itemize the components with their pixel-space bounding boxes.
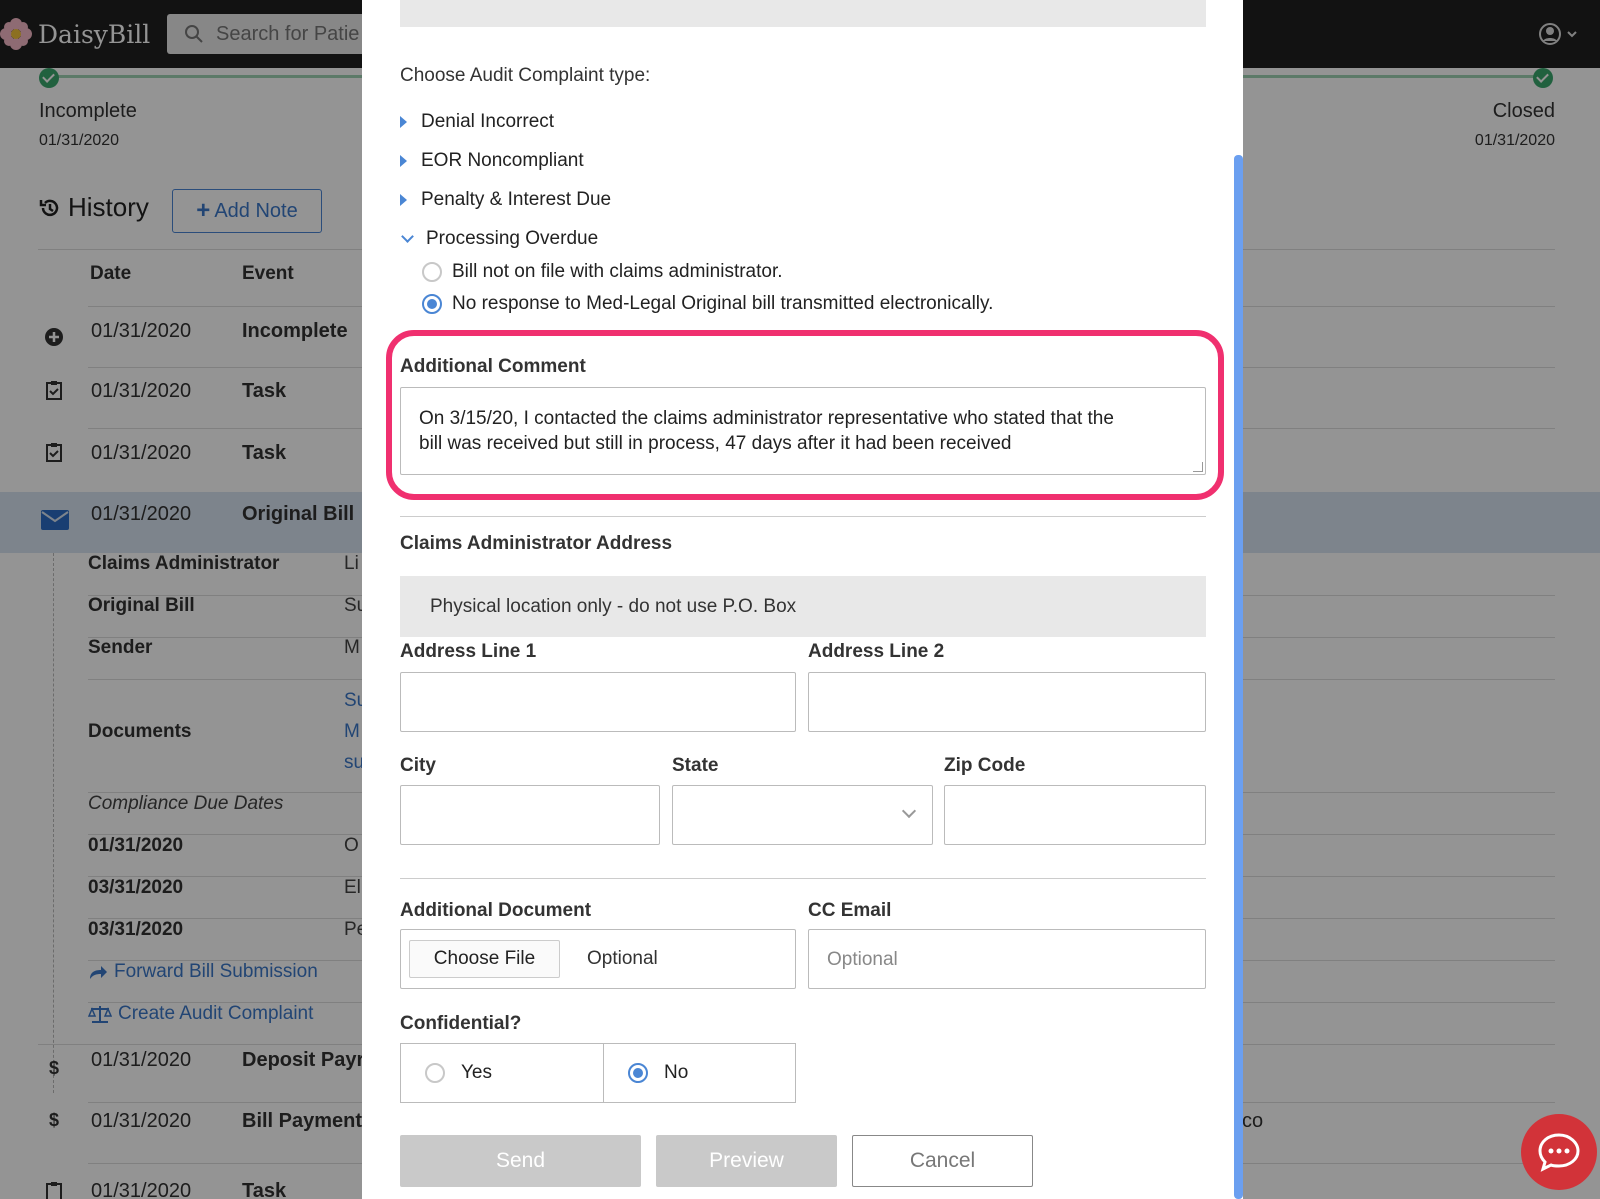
cc-email-label: CC Email (808, 900, 892, 921)
comment-text-line: bill was received but still in process, … (419, 433, 1012, 454)
radio-selected[interactable] (628, 1063, 648, 1083)
chat-widget-button[interactable] (1521, 1114, 1597, 1190)
resize-handle-icon[interactable] (1193, 462, 1203, 472)
option-bill-not-on-file[interactable]: Bill not on file with claims administrat… (422, 261, 783, 283)
file-upload-status: Optional (587, 948, 658, 969)
caret-right-icon (400, 116, 407, 128)
additional-document-label: Additional Document (400, 900, 592, 921)
confidential-no-option[interactable]: No (603, 1043, 796, 1103)
option-no-response[interactable]: No response to Med-Legal Original bill t… (422, 293, 993, 315)
choose-file-button[interactable]: Choose File (409, 940, 560, 978)
divider (400, 878, 1206, 879)
complaint-type-processing-overdue[interactable]: Processing Overdue (400, 228, 598, 250)
confidential-yes-option[interactable]: Yes (400, 1043, 604, 1103)
option-label: No response to Med-Legal Original bill t… (452, 293, 994, 314)
send-button[interactable]: Send (400, 1135, 641, 1187)
additional-comment-label: Additional Comment (400, 356, 586, 377)
cancel-button[interactable]: Cancel (852, 1135, 1033, 1187)
complaint-type-label: Denial Incorrect (421, 111, 555, 132)
state-select[interactable] (672, 785, 933, 845)
city-input[interactable] (400, 785, 660, 845)
zip-label: Zip Code (944, 755, 1026, 776)
modal-header-strip (400, 0, 1206, 27)
complaint-type-penalty-interest[interactable]: Penalty & Interest Due (400, 189, 611, 211)
address-line2-input[interactable] (808, 672, 1206, 732)
complaint-type-denial-incorrect[interactable]: Denial Incorrect (400, 111, 554, 133)
confidential-label: Confidential? (400, 1013, 522, 1034)
address-line1-label: Address Line 1 (400, 641, 537, 662)
cc-email-placeholder: Optional (827, 949, 898, 970)
file-upload-field: Choose File Optional (400, 929, 796, 989)
chat-icon (1538, 1133, 1580, 1172)
address-notice: Physical location only - do not use P.O.… (400, 576, 1206, 637)
address-heading: Claims Administrator Address (400, 533, 673, 554)
chevron-down-icon (401, 230, 414, 243)
comment-text-line: On 3/15/20, I contacted the claims admin… (419, 408, 1114, 429)
complaint-type-eor-noncompliant[interactable]: EOR Noncompliant (400, 150, 584, 172)
option-label: Bill not on file with claims administrat… (452, 261, 783, 282)
address-line1-input[interactable] (400, 672, 796, 732)
caret-right-icon (400, 194, 407, 206)
caret-right-icon (400, 155, 407, 167)
complaint-type-label: Processing Overdue (426, 228, 599, 249)
zip-input[interactable] (944, 785, 1206, 845)
state-label: State (672, 755, 719, 776)
divider (400, 516, 1206, 517)
radio-unselected[interactable] (425, 1063, 445, 1083)
complaint-type-heading: Choose Audit Complaint type: (400, 65, 651, 86)
radio-selected[interactable] (422, 294, 442, 314)
modal-scrollbar-thumb[interactable] (1234, 155, 1243, 1199)
complaint-type-label: Penalty & Interest Due (421, 189, 612, 210)
complaint-type-label: EOR Noncompliant (421, 150, 584, 171)
city-label: City (400, 755, 436, 776)
additional-comment-textarea[interactable]: On 3/15/20, I contacted the claims admin… (400, 387, 1206, 475)
cc-email-input[interactable]: Optional (808, 929, 1206, 989)
address-line2-label: Address Line 2 (808, 641, 945, 662)
radio-unselected[interactable] (422, 262, 442, 282)
chevron-down-icon (901, 803, 917, 819)
preview-button[interactable]: Preview (656, 1135, 837, 1187)
no-label: No (664, 1062, 689, 1083)
yes-label: Yes (461, 1062, 492, 1083)
